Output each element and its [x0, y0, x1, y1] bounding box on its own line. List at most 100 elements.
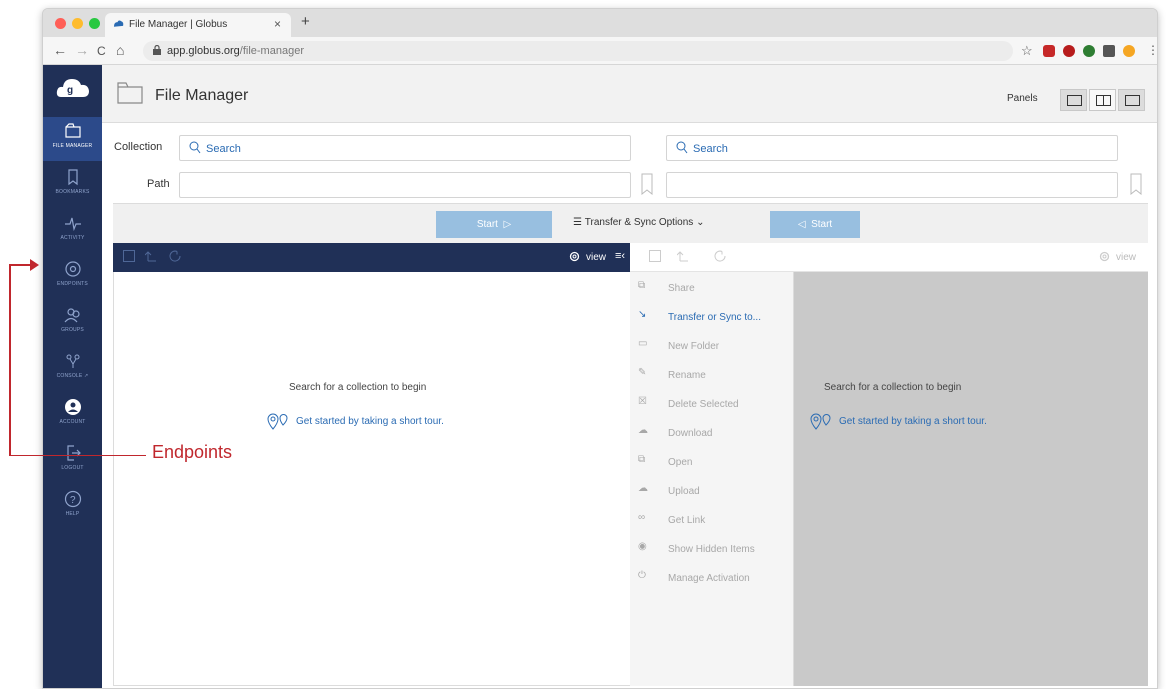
menu-item-label: Share [668, 283, 695, 294]
start-right-label: Start [811, 219, 833, 230]
new-tab-button[interactable]: + [301, 13, 310, 30]
menu-item-label: Download [668, 428, 713, 439]
sidebar-item-label: ACCOUNT [59, 419, 86, 425]
up-folder-icon[interactable] [145, 250, 157, 262]
url-field[interactable]: app.globus.org/file-manager [143, 41, 1013, 61]
extension-icon[interactable] [1043, 45, 1055, 57]
sidebar-item-label: BOOKMARKS [55, 189, 90, 195]
page-header: File Manager Panels [102, 65, 1157, 123]
url-path: /file-manager [239, 45, 304, 57]
back-icon[interactable]: ← [53, 42, 67, 58]
callout-line [9, 264, 31, 266]
single-panel-button[interactable] [1060, 89, 1087, 111]
sidebar-item-label: FILE MANAGER [52, 143, 93, 149]
bookmark-icon[interactable] [1130, 173, 1142, 195]
callout-arrow-icon [30, 259, 39, 271]
open-external-icon: ⧉ [638, 454, 646, 465]
tour-link[interactable]: Get started by taking a short tour. [267, 413, 444, 430]
groups-icon [64, 308, 80, 323]
refresh-icon[interactable] [714, 250, 727, 263]
lock-icon [153, 45, 161, 55]
sidebar-item-file-manager[interactable]: FILE MANAGER [43, 117, 102, 161]
actions-menu: ⧉ Share ↘ Transfer or Sync to... ▭ New Fold… [630, 272, 794, 686]
sidebar-item-activity[interactable]: ACTIVITY [43, 209, 102, 253]
tour-link-label: Get started by taking a short tour. [296, 416, 444, 427]
select-all-icon[interactable] [649, 250, 661, 262]
sidebar-item-bookmarks[interactable]: BOOKMARKS [43, 163, 102, 207]
transfer-arrow-icon: ↘ [638, 309, 647, 320]
sidebar-item-label: HELP [65, 511, 80, 517]
dual-panel-button[interactable] [1089, 89, 1116, 111]
sidebar-item-help[interactable]: ? HELP [43, 485, 102, 529]
search-placeholder: Search [693, 143, 728, 155]
empty-message: Search for a collection to begin [824, 382, 962, 393]
sidebar-item-label: LOGOUT [61, 465, 84, 471]
start-left-label: Start [476, 219, 498, 230]
menu-item-label: Get Link [668, 515, 706, 526]
sidebar-item-console[interactable]: CONSOLE ↗ [43, 347, 102, 391]
tour-link[interactable]: Get started by taking a short tour. [810, 413, 987, 430]
start-right-button[interactable]: ◁ Start [770, 211, 860, 238]
menu-item-label: Transfer or Sync to... [668, 312, 761, 323]
forward-icon[interactable]: → [75, 42, 89, 58]
extension-icon[interactable] [1063, 45, 1075, 57]
select-all-icon[interactable] [123, 250, 135, 262]
collection-label: Collection [114, 141, 163, 153]
extension-icon[interactable] [1083, 45, 1095, 57]
start-left-button[interactable]: Start ▷ [436, 211, 552, 238]
gear-icon [569, 251, 580, 262]
menu-item-label: New Folder [668, 341, 720, 352]
bookmark-icon [67, 169, 78, 186]
bookmark-star-icon[interactable]: ☆ [1021, 43, 1033, 59]
reload-icon[interactable]: C [97, 44, 106, 58]
endpoints-callout-label: Endpoints [152, 442, 233, 462]
menu-item-label: Manage Activation [668, 573, 750, 584]
transfer-options-toggle[interactable]: ☰ Transfer & Sync Options ⌄ [573, 217, 704, 228]
help-icon: ? [64, 490, 81, 508]
callout-line [9, 264, 11, 456]
download-cloud-icon: ☁ [638, 425, 648, 436]
browser-tab[interactable]: File Manager | Globus × [105, 13, 291, 37]
sidebar-item-label: CONSOLE ↗ [56, 373, 89, 379]
puzzle-icon[interactable] [1103, 45, 1115, 57]
sidebar-item-logout[interactable]: LOGOUT [43, 439, 102, 483]
bookmark-icon[interactable] [641, 173, 653, 195]
new-folder-icon: ▭ [638, 338, 648, 349]
search-placeholder: Search [206, 143, 241, 155]
right-path-input[interactable] [666, 172, 1118, 198]
view-left-button[interactable]: view [586, 252, 606, 263]
sidebar-item-label: ENDPOINTS [57, 281, 88, 287]
close-window-icon[interactable] [55, 18, 66, 29]
left-path-input[interactable] [179, 172, 631, 198]
folder-icon [117, 82, 143, 104]
minimize-window-icon[interactable] [72, 18, 83, 29]
sidebar-item-endpoints[interactable]: ENDPOINTS [43, 255, 102, 299]
folder-icon [64, 123, 81, 138]
split-panel-icon [1125, 95, 1140, 106]
right-collection-search-input[interactable]: Search [666, 135, 1118, 161]
profile-icon[interactable] [1123, 45, 1135, 57]
sidebar-item-account[interactable]: ACCOUNT [43, 393, 102, 437]
transfer-options-label: Transfer & Sync Options [584, 217, 694, 228]
right-pane-toolbar: view [630, 243, 1148, 272]
globus-logo-icon[interactable]: g [55, 75, 91, 101]
browser-menu-icon[interactable]: ⋮ [1147, 43, 1157, 57]
play-left-icon: ◁ [797, 219, 809, 230]
split-panel-button[interactable] [1118, 89, 1145, 111]
page-title: File Manager [155, 87, 249, 104]
sliders-icon: ☰ [573, 217, 585, 228]
account-icon [64, 399, 81, 415]
tab-close-icon[interactable]: × [274, 17, 281, 31]
menu-item-label: Upload [668, 486, 700, 497]
refresh-icon[interactable] [169, 250, 182, 263]
maximize-window-icon[interactable] [89, 18, 100, 29]
transfer-action-bar: Start ▷ ☰ Transfer & Sync Options ⌄ ◁ St… [113, 203, 1148, 243]
tab-bar: File Manager | Globus × + [43, 9, 1157, 37]
sidebar-item-label: ACTIVITY [60, 235, 85, 241]
sidebar-item-groups[interactable]: GROUPS [43, 301, 102, 345]
menu-toggle-icon[interactable]: ≡‹ [615, 250, 625, 262]
view-right-button[interactable]: view [1116, 252, 1136, 263]
up-folder-icon[interactable] [677, 250, 689, 262]
home-icon[interactable]: ⌂ [116, 42, 124, 58]
left-collection-search-input[interactable]: Search [179, 135, 631, 161]
